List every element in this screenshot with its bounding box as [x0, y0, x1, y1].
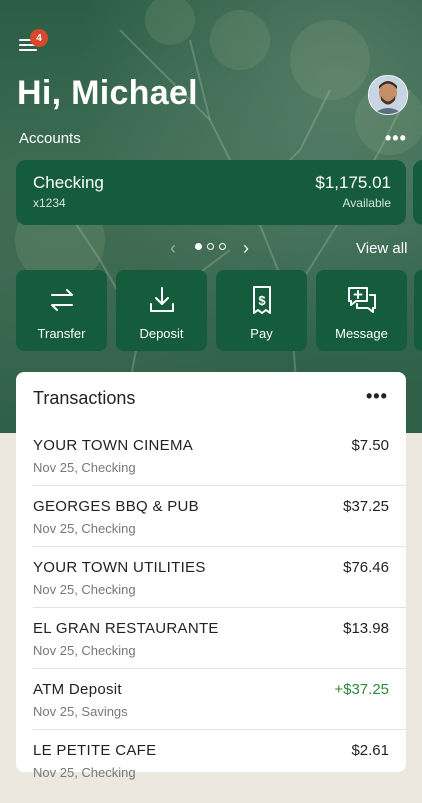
svg-text:$: $ [258, 293, 266, 308]
accounts-more-icon[interactable]: ••• [385, 128, 407, 149]
transaction-description: ATM Deposit [33, 681, 122, 698]
row-divider [33, 668, 406, 669]
account-balance-label: Available [342, 196, 391, 210]
deposit-icon [150, 287, 174, 312]
transaction-description: EL GRAN RESTAURANTE [33, 620, 219, 637]
pager-dot [219, 243, 226, 250]
account-name: Checking [33, 173, 104, 192]
deposit-button[interactable]: Deposit [116, 270, 207, 351]
transaction-date-account: Nov 25, Checking [33, 643, 136, 658]
accounts-label: Accounts [19, 130, 81, 147]
transaction-row[interactable]: ATM Deposit Nov 25, Savings +$37.25 [16, 681, 406, 742]
more-actions-peek[interactable] [414, 270, 422, 351]
profile-photo [369, 76, 407, 114]
transaction-row[interactable]: EL GRAN RESTAURANTE Nov 25, Checking $13… [16, 620, 406, 681]
transfer-label: Transfer [37, 326, 86, 341]
transaction-amount: $2.61 [351, 742, 389, 759]
row-divider [33, 729, 406, 730]
transfer-button[interactable]: Transfer [16, 270, 107, 351]
transaction-amount: +$37.25 [334, 681, 389, 698]
transaction-date-account: Nov 25, Savings [33, 704, 128, 719]
account-balance: $1,175.01 [315, 173, 391, 192]
row-divider [33, 607, 406, 608]
hamburger-icon-bar [19, 49, 37, 51]
account-card-checking[interactable]: Checking x1234 $1,175.01 Available [16, 160, 406, 225]
transactions-title: Transactions [33, 388, 136, 408]
transaction-description: YOUR TOWN CINEMA [33, 437, 194, 454]
message-label: Message [335, 326, 388, 341]
pay-label: Pay [250, 326, 273, 341]
transaction-date-account: Nov 25, Checking [33, 765, 136, 780]
account-pager: ‹ › [168, 238, 258, 258]
transaction-amount: $13.98 [343, 620, 389, 637]
row-divider [33, 485, 406, 486]
message-button[interactable]: Message [316, 270, 407, 351]
transaction-description: YOUR TOWN UTILITIES [33, 559, 206, 576]
transfer-icon [51, 289, 73, 311]
pager-dot [207, 243, 214, 250]
chevron-left-icon[interactable]: ‹ [170, 238, 176, 259]
deposit-label: Deposit [139, 326, 184, 341]
transaction-row[interactable]: YOUR TOWN UTILITIES Nov 25, Checking $76… [16, 559, 406, 620]
transactions-card: Transactions ••• YOUR TOWN CINEMA Nov 25… [16, 372, 406, 780]
account-number: x1234 [33, 196, 66, 210]
chevron-right-icon[interactable]: › [243, 238, 249, 259]
transaction-amount: $7.50 [351, 437, 389, 454]
transaction-row[interactable]: LE PETITE CAFE Nov 25, Checking $2.61 [16, 742, 406, 803]
next-account-card[interactable] [413, 160, 422, 225]
greeting-title: Hi, Michael [17, 74, 198, 112]
transaction-date-account: Nov 25, Checking [33, 582, 136, 597]
transaction-amount: $76.46 [343, 559, 389, 576]
transactions-more-icon[interactable]: ••• [366, 386, 388, 407]
transaction-date-account: Nov 25, Checking [33, 460, 136, 475]
hero-background: 4 Hi, Michael Accounts ••• Checking x123… [0, 0, 422, 433]
message-icon [348, 287, 376, 313]
row-divider [33, 546, 406, 547]
transaction-description: GEORGES BBQ & PUB [33, 498, 199, 515]
view-all-link[interactable]: View all [356, 240, 407, 257]
notification-badge: 4 [30, 29, 48, 47]
transaction-amount: $37.25 [343, 498, 389, 515]
transaction-date-account: Nov 25, Checking [33, 521, 136, 536]
transaction-row[interactable]: GEORGES BBQ & PUB Nov 25, Checking $37.2… [16, 498, 406, 559]
pay-bill-icon: $ [253, 286, 271, 314]
transaction-description: LE PETITE CAFE [33, 742, 157, 759]
pay-button[interactable]: $ Pay [216, 270, 307, 351]
pager-dot [195, 243, 202, 250]
avatar[interactable] [368, 75, 408, 115]
transaction-row[interactable]: YOUR TOWN CINEMA Nov 25, Checking $7.50 [16, 437, 406, 498]
